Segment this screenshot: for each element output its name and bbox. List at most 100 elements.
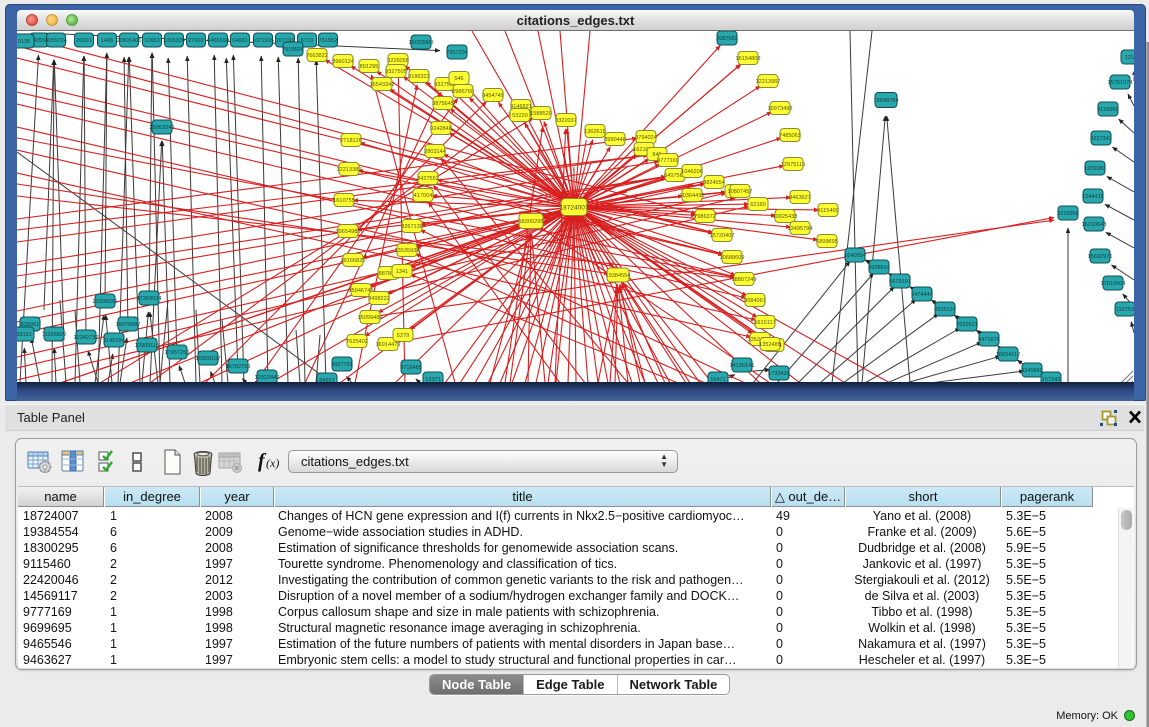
svg-text:7663822: 7663822 [306,53,328,59]
svg-text:8427552: 8427552 [417,176,439,182]
svg-text:6466160: 6466160 [207,38,229,44]
svg-text:10688609: 10688609 [720,255,745,261]
svg-text:9115400: 9115400 [817,208,838,214]
svg-text:10025438: 10025438 [773,214,798,220]
svg-text:53220: 53220 [512,113,528,119]
svg-text:9327505: 9327505 [385,69,407,75]
svg-text:15692971: 15692971 [1088,254,1113,260]
svg-text:2803144: 2803144 [424,149,446,155]
svg-text:1733426: 1733426 [768,371,790,377]
svg-text:9474444: 9474444 [911,292,933,298]
svg-text:9245652: 9245652 [1021,368,1043,374]
svg-text:1145194: 1145194 [103,338,124,344]
svg-text:8990448: 8990448 [604,137,626,143]
svg-text:751552: 751552 [319,38,338,44]
svg-text:417004: 417004 [414,193,433,199]
svg-text:1588520: 1588520 [530,111,552,117]
svg-text:19654985: 19654985 [336,229,361,235]
svg-text:3498222: 3498222 [368,296,390,302]
svg-text:1209383: 1209383 [1084,166,1106,172]
svg-text:(x): (x) [266,456,279,470]
svg-text:8938914: 8938914 [868,265,890,271]
svg-text:19166825: 19166825 [341,258,366,264]
svg-text:15099489: 15099489 [358,315,383,321]
svg-text:10653: 10653 [144,38,160,44]
svg-text:18807249: 18807249 [732,277,757,283]
svg-text:7632621: 7632621 [956,322,978,328]
svg-text:16648784: 16648784 [874,98,899,104]
svg-text:5279: 5279 [397,333,409,339]
svg-text:18724007: 18724007 [560,205,589,212]
svg-text:16782759: 16782759 [226,364,251,370]
svg-text:62160: 62160 [750,202,766,208]
svg-text:8960124: 8960124 [332,59,354,65]
svg-text:1406: 1406 [101,38,113,44]
svg-text:12213967: 12213967 [756,79,781,85]
svg-text:1065326: 1065326 [163,38,185,44]
svg-text:7357234: 7357234 [446,50,468,56]
svg-text:10807457: 10807457 [728,189,753,195]
svg-text:1615117: 1615117 [754,320,775,326]
svg-text:2718126: 2718126 [340,138,362,144]
svg-text:9794024: 9794024 [635,135,657,141]
svg-text:1341: 1341 [396,269,408,275]
svg-text:3215958: 3215958 [1057,211,1079,217]
svg-text:3226058: 3226058 [387,58,409,64]
svg-text:8471676: 8471676 [978,337,1000,343]
svg-text:3824554: 3824554 [703,180,725,186]
svg-text:12923446: 12923446 [255,375,280,381]
svg-text:18300295: 18300295 [519,219,544,225]
svg-text:1244415: 1244415 [1082,194,1104,200]
svg-text:17359934: 17359934 [137,296,162,302]
svg-text:7485063: 7485063 [779,133,801,139]
svg-text:11156829: 11156829 [42,332,66,338]
svg-text:9463627: 9463627 [789,195,811,201]
svg-text:7986372: 7986372 [694,214,716,220]
svg-text:16543342: 16543342 [370,82,395,88]
svg-text:12213389: 12213389 [337,167,362,173]
svg-text:9084067: 9084067 [744,298,766,304]
svg-text:19975887: 19975887 [116,322,141,328]
svg-text:9716485: 9716485 [400,365,422,371]
svg-text:20691: 20691 [76,38,92,44]
svg-text:8454749: 8454749 [482,93,504,99]
svg-text:17016504: 17016504 [1101,281,1126,287]
svg-text:17957255: 17957255 [165,350,190,356]
svg-text:16033809: 16033809 [409,40,434,46]
svg-text:64661: 64661 [232,38,248,44]
svg-text:10654112: 10654112 [996,352,1020,358]
svg-text:1071915: 1071915 [252,38,274,44]
svg-text:9129966: 9129966 [1097,107,1119,113]
svg-text:2087682: 2087682 [716,36,738,42]
svg-text:15720407: 15720407 [710,233,735,239]
svg-text:891295: 891295 [360,64,379,70]
svg-text:7625402: 7625402 [346,339,368,345]
svg-text:1640954: 1640954 [844,253,866,259]
svg-text:9135: 9135 [18,39,30,45]
svg-text:12975115: 12975115 [781,162,805,168]
svg-text:16914479: 16914479 [376,342,401,348]
svg-text:10973493: 10973493 [768,106,793,112]
svg-text:39151: 39151 [17,332,32,338]
svg-text:25053346: 25053346 [150,125,175,131]
svg-text:9657791: 9657791 [331,362,353,368]
svg-text:15751074: 15751074 [1108,80,1133,86]
svg-text:116753: 116753 [1116,307,1134,313]
svg-text:20691406: 20691406 [117,38,142,44]
svg-text:8322037: 8322037 [555,118,577,124]
svg-text:1046206: 1046206 [681,169,703,175]
svg-text:1362615: 1362615 [584,129,606,135]
svg-text:1352485: 1352485 [759,342,781,348]
svg-text:27602: 27602 [188,38,204,44]
svg-text:16210643: 16210643 [1082,222,1107,228]
svg-text:16154808: 16154808 [736,56,761,62]
svg-text:9227343: 9227343 [1090,136,1112,142]
svg-text:546: 546 [454,76,463,82]
svg-text:2986760: 2986760 [452,89,474,95]
svg-text:13535934: 13535934 [395,248,420,254]
svg-text:3875645: 3875645 [432,101,454,107]
svg-text:1610755: 1610755 [333,198,355,204]
svg-text:9242848: 9242848 [430,126,452,132]
svg-text:6679197: 6679197 [889,279,911,285]
svg-text:1212: 1212 [1125,55,1134,61]
